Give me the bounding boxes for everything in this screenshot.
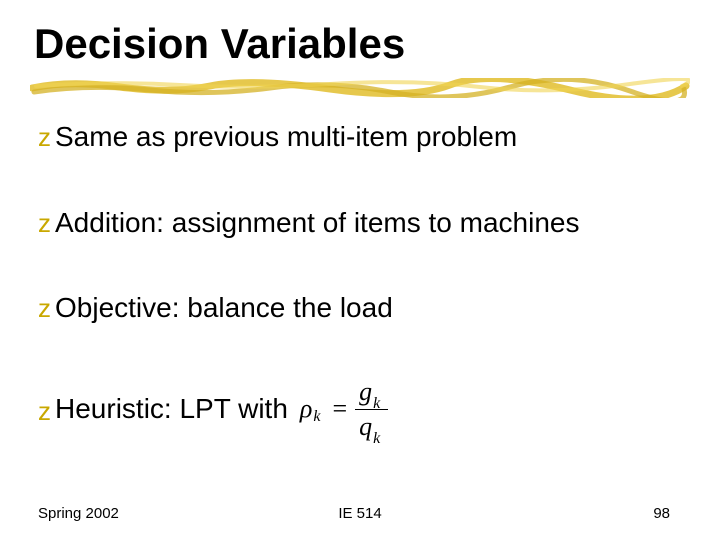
formula-den-symbol: q bbox=[359, 412, 372, 442]
formula-lhs-subscript: k bbox=[313, 408, 320, 426]
content-area: z Same as previous multi-item problem z … bbox=[38, 120, 678, 442]
title-underline bbox=[30, 78, 690, 98]
bullet-item: z Addition: assignment of items to machi… bbox=[38, 206, 678, 240]
footer-center: IE 514 bbox=[338, 505, 381, 522]
formula-den-subscript: k bbox=[373, 430, 380, 448]
title-wrap: Decision Variables bbox=[34, 20, 684, 68]
bullet-text: Heuristic: LPT with bbox=[55, 392, 288, 426]
bullet-text: Objective: balance the load bbox=[55, 291, 393, 325]
bullet-item: z Same as previous multi-item problem bbox=[38, 120, 678, 154]
formula-numerator: g k bbox=[355, 377, 388, 407]
formula-fraction: g k q k bbox=[355, 377, 388, 442]
slide: Decision Variables z Same as previous mu… bbox=[0, 0, 720, 540]
bullet-text: Addition: assignment of items to machine… bbox=[55, 206, 579, 240]
bullet-icon: z bbox=[38, 293, 51, 324]
bullet-item: z Objective: balance the load bbox=[38, 291, 678, 325]
formula-lhs-symbol: ρ bbox=[300, 394, 312, 424]
bullet-icon: z bbox=[38, 122, 51, 153]
bullet-item: z Heuristic: LPT with ρ k = g k q k bbox=[38, 377, 678, 442]
footer-right: 98 bbox=[653, 505, 670, 522]
formula-equals: = bbox=[332, 394, 347, 424]
fraction-bar bbox=[355, 409, 388, 410]
formula: ρ k = g k q k bbox=[300, 377, 388, 442]
formula-num-symbol: g bbox=[359, 377, 372, 407]
bullet-icon: z bbox=[38, 208, 51, 239]
formula-num-subscript: k bbox=[373, 395, 380, 413]
bullet-icon: z bbox=[38, 396, 51, 427]
formula-denominator: q k bbox=[355, 412, 388, 442]
slide-title: Decision Variables bbox=[34, 20, 684, 68]
footer-left: Spring 2002 bbox=[38, 505, 119, 522]
footer: Spring 2002 IE 514 98 bbox=[0, 505, 720, 522]
bullet-text: Same as previous multi-item problem bbox=[55, 120, 517, 154]
